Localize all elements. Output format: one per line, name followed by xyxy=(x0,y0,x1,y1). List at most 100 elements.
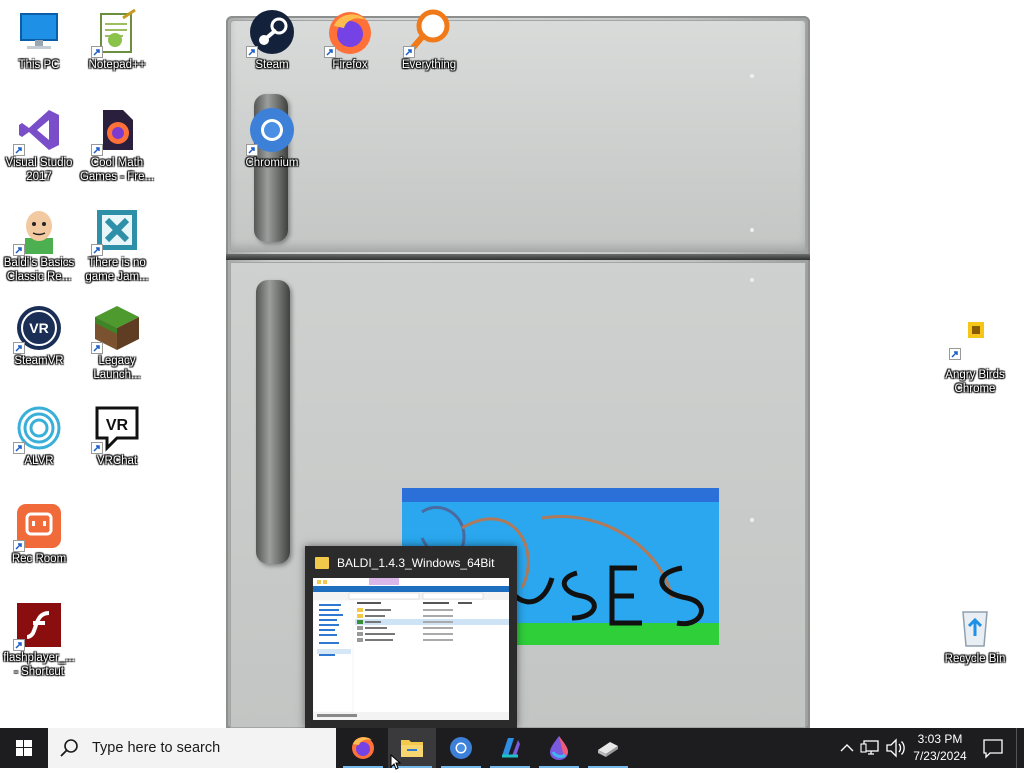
steam-icon xyxy=(246,8,296,58)
html-file-firefox-icon xyxy=(91,106,141,156)
desktop-icon-steamvr[interactable]: VR SteamVR xyxy=(0,304,78,368)
firefox-icon xyxy=(352,737,374,759)
desktop-icon-label: Rec Room xyxy=(11,553,67,565)
desktop-icon-label: SteamVR xyxy=(14,355,64,367)
desktop-icon-recycle-bin[interactable]: Recycle Bin xyxy=(936,602,1014,666)
desktop-icon-flashplayer[interactable]: flashplayer_... - Shortcut xyxy=(0,601,78,679)
preview-title-bar: BALDI_1.4.3_Windows_64Bit xyxy=(315,554,511,572)
start-button[interactable] xyxy=(0,728,48,768)
vrchat-icon: VR xyxy=(91,404,141,454)
desktop-icon-rec-room[interactable]: Rec Room xyxy=(0,502,78,566)
fridge-door-gap xyxy=(226,254,810,260)
chevron-up-icon xyxy=(840,744,854,752)
rec-room-icon xyxy=(13,502,63,552)
desktop-icon-vrchat[interactable]: VR VRChat xyxy=(78,404,156,468)
desktop-icon-label: Notepad++ xyxy=(88,59,146,71)
eraser-app-icon xyxy=(598,742,618,757)
preview-title: BALDI_1.4.3_Windows_64Bit xyxy=(337,556,495,570)
desktop-icon-label: Visual Studio 2017 xyxy=(5,157,73,183)
notepad-plus-plus-icon xyxy=(91,8,141,58)
taskbar-app-paint-drop[interactable] xyxy=(535,728,583,768)
shortcut-arrow-icon xyxy=(91,144,103,156)
desktop-icon-label: Chromium xyxy=(245,157,299,169)
shortcut-arrow-icon xyxy=(246,46,258,58)
shortcut-arrow-icon xyxy=(13,442,25,454)
desktop-icon-label: This PC xyxy=(18,59,60,71)
taskbar-app-firefox[interactable] xyxy=(339,728,387,768)
action-center-button[interactable] xyxy=(976,728,1010,768)
desktop-icon-alvr[interactable]: ALVR xyxy=(0,404,78,468)
desktop-icon-steam[interactable]: Steam xyxy=(233,8,311,72)
shortcut-arrow-icon xyxy=(91,46,103,58)
desktop-icon-label: VRChat xyxy=(96,455,138,467)
copilot-icon xyxy=(502,738,520,758)
flash-player-icon xyxy=(13,601,63,651)
speaker-icon xyxy=(886,738,905,758)
notifications-icon xyxy=(983,739,1003,759)
shortcut-arrow-icon xyxy=(13,639,25,651)
desktop-icon-label: Baldi's Basics Classic Re... xyxy=(3,257,75,283)
desktop-icon-angry-birds[interactable]: Angry Birds Chrome xyxy=(936,318,1014,396)
svg-text:VR: VR xyxy=(106,417,129,434)
desktop-icon-label: flashplayer_... - Shortcut xyxy=(3,652,75,678)
color-drop-icon xyxy=(550,736,568,760)
everything-search-icon xyxy=(403,8,453,58)
desktop-icon-firefox[interactable]: Firefox xyxy=(311,8,389,72)
visual-studio-icon xyxy=(13,106,63,156)
show-desktop-button[interactable] xyxy=(1016,728,1024,768)
fridge-screw xyxy=(750,518,754,522)
file-explorer-thumbnail xyxy=(313,578,509,720)
taskbar-search-box[interactable]: Type here to search xyxy=(48,728,336,768)
taskbar-app-eraser[interactable] xyxy=(584,728,632,768)
shortcut-arrow-icon xyxy=(13,244,25,256)
fridge-screw xyxy=(750,228,754,232)
clock-date: 7/23/2024 xyxy=(913,749,967,763)
desktop-icon-label: Cool Math Games - Fre... xyxy=(79,157,155,183)
desktop-icon-label: Steam xyxy=(255,59,289,71)
desktop-icon-label: Recycle Bin xyxy=(944,653,1006,665)
desktop-icon-label: Firefox xyxy=(332,59,368,71)
desktop-icon-label: Legacy Launch... xyxy=(93,355,141,381)
network-icon xyxy=(860,740,879,755)
baldi-icon xyxy=(13,206,63,256)
desktop-icon-label: There is no game Jam... xyxy=(85,257,149,283)
shortcut-arrow-icon xyxy=(246,144,258,156)
shortcut-arrow-icon xyxy=(91,442,103,454)
desktop-icon-label: Angry Birds Chrome xyxy=(945,369,1005,395)
shortcut-arrow-icon xyxy=(91,244,103,256)
recycle-bin-icon xyxy=(951,602,999,650)
desktop-icon-cool-math[interactable]: Cool Math Games - Fre... xyxy=(78,106,156,184)
show-hidden-icons-button[interactable] xyxy=(838,728,856,768)
desktop-icon-label: ALVR xyxy=(24,455,54,467)
windows-logo-icon xyxy=(16,740,32,756)
clock-time: 3:03 PM xyxy=(917,732,963,746)
volume-tray-button[interactable] xyxy=(884,728,906,768)
taskbar-app-copilot[interactable] xyxy=(486,728,534,768)
desktop-icon-baldi[interactable]: Baldi's Basics Classic Re... xyxy=(0,206,78,284)
desktop-icon-everything[interactable]: Everything xyxy=(390,8,468,72)
fridge-screw xyxy=(750,74,754,78)
taskbar-thumbnail-preview[interactable]: BALDI_1.4.3_Windows_64Bit xyxy=(305,546,517,728)
desktop-icon-legacy-launcher[interactable]: Legacy Launch... xyxy=(78,304,156,382)
fridge-bottom-handle xyxy=(256,280,290,564)
taskbar-clock[interactable]: 3:03 PM 7/23/2024 xyxy=(908,728,972,768)
shortcut-arrow-icon xyxy=(949,348,961,360)
fridge-screw xyxy=(750,278,754,282)
folder-icon xyxy=(315,557,329,569)
svg-text:VR: VR xyxy=(29,320,48,336)
network-tray-button[interactable] xyxy=(860,728,882,768)
shortcut-arrow-icon xyxy=(13,144,25,156)
search-icon xyxy=(60,739,78,757)
shortcut-arrow-icon xyxy=(13,540,25,552)
shortcut-arrow-icon xyxy=(403,46,415,58)
taskbar: Type here to search 3:03 PM 7/23/2024 xyxy=(0,728,1024,768)
firefox-icon xyxy=(324,8,374,58)
chromium-icon xyxy=(246,106,296,156)
desktop-icon-chromium[interactable]: Chromium xyxy=(233,106,311,170)
desktop-icon-no-game[interactable]: There is no game Jam... xyxy=(78,206,156,284)
search-placeholder: Type here to search xyxy=(92,740,221,756)
desktop-icon-visual-studio[interactable]: Visual Studio 2017 xyxy=(0,106,78,184)
desktop-icon-this-pc[interactable]: This PC xyxy=(0,8,78,72)
desktop-icon-notepad[interactable]: Notepad++ xyxy=(78,8,156,72)
taskbar-app-chromium[interactable] xyxy=(437,728,485,768)
